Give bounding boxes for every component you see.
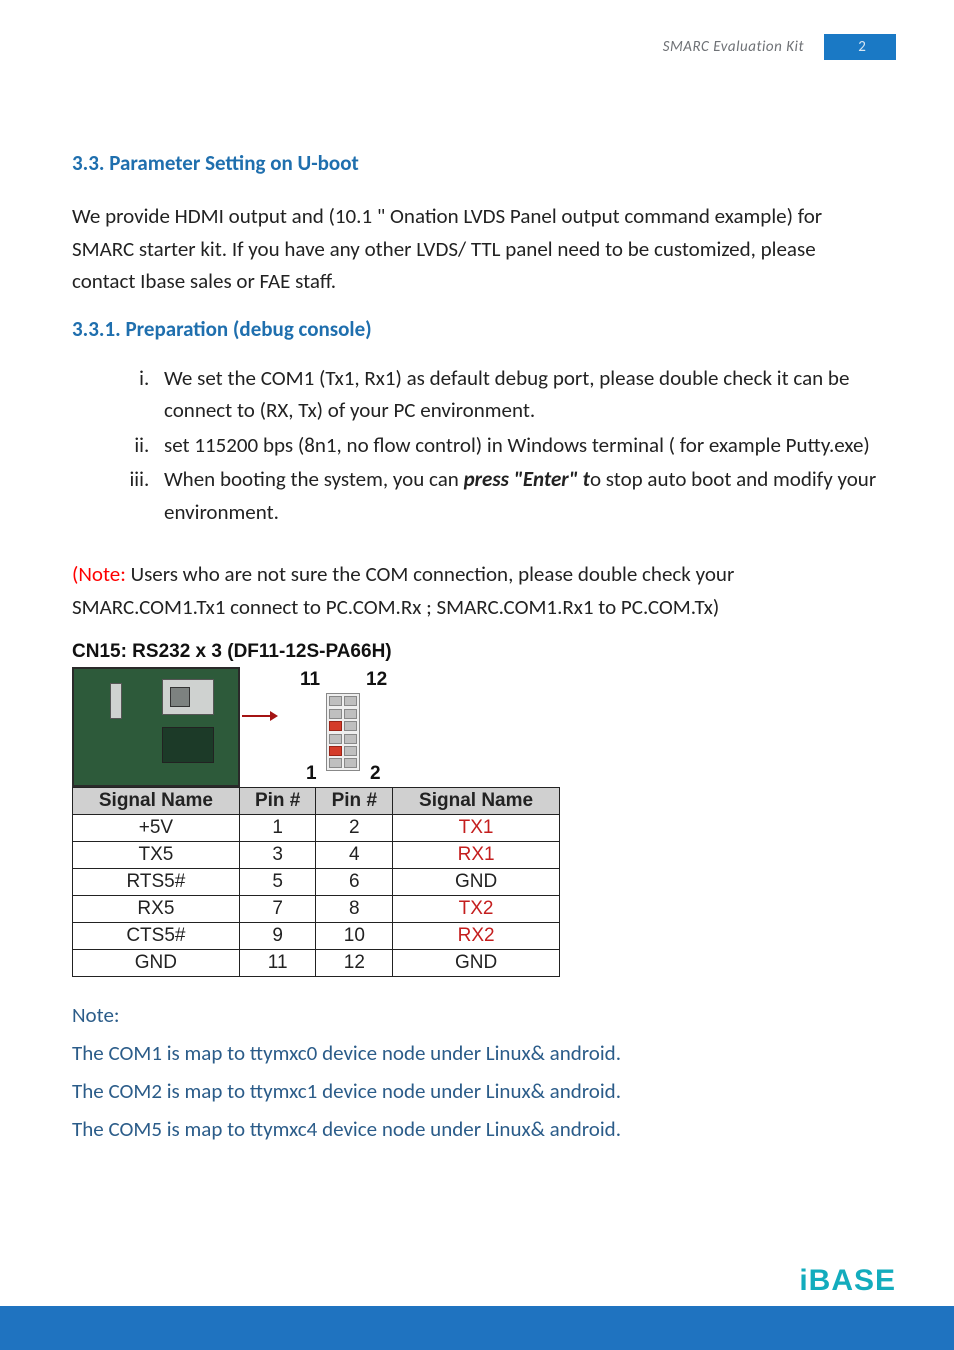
pin-label-11: 11 xyxy=(300,669,320,691)
table-cell: +5V xyxy=(73,815,240,842)
preparation-steps-list: We set the COM1 (Tx1, Rx1) as default de… xyxy=(72,362,882,529)
pcb-illustration xyxy=(72,667,240,787)
note2-line: The COM1 is map to ttymxc0 device node u… xyxy=(72,1035,882,1073)
pin-label-12: 12 xyxy=(366,669,387,691)
pinout-table: Signal Name Pin # Pin # Signal Name +5V1… xyxy=(72,787,560,977)
header-bar: SMARC Evaluation Kit 2 xyxy=(663,34,896,60)
connector-socket xyxy=(326,693,360,771)
table-cell: 9 xyxy=(239,923,316,950)
note2-line: Note: xyxy=(72,997,882,1035)
table-cell: RX2 xyxy=(393,923,560,950)
table-cell: 8 xyxy=(316,896,393,923)
table-cell: 3 xyxy=(239,842,316,869)
section-3-3-1-heading: 3.3.1. Preparation (debug console) xyxy=(72,316,882,342)
list-item-text: We set the COM1 (Tx1, Rx1) as default de… xyxy=(164,365,849,424)
figure-title: CN15: RS232 x 3 (DF11-12S-PA66H) xyxy=(72,641,562,663)
figure-body: 11 12 1 2 xyxy=(72,667,562,787)
col-header: Pin # xyxy=(239,788,316,815)
table-cell: RTS5# xyxy=(73,869,240,896)
table-cell: TX2 xyxy=(393,896,560,923)
table-cell: 12 xyxy=(316,950,393,977)
table-cell: 4 xyxy=(316,842,393,869)
com-mapping-notes: Note: The COM1 is map to ttymxc0 device … xyxy=(72,997,882,1148)
table-cell: GND xyxy=(393,950,560,977)
connector-figure: CN15: RS232 x 3 (DF11-12S-PA66H) 11 12 xyxy=(72,641,562,977)
list-item: When booting the system, you can press "… xyxy=(154,463,882,528)
col-header: Signal Name xyxy=(393,788,560,815)
list-item: We set the COM1 (Tx1, Rx1) as default de… xyxy=(154,362,882,427)
table-cell: 6 xyxy=(316,869,393,896)
table-cell: 10 xyxy=(316,923,393,950)
note2-line: The COM2 is map to ttymxc1 device node u… xyxy=(72,1073,882,1111)
table-row: RX578TX2 xyxy=(73,896,560,923)
table-cell: 1 xyxy=(239,815,316,842)
table-cell: GND xyxy=(393,869,560,896)
arrow-icon xyxy=(242,715,276,717)
table-cell: 2 xyxy=(316,815,393,842)
table-cell: TX1 xyxy=(393,815,560,842)
note2-line: The COM5 is map to ttymxc4 device node u… xyxy=(72,1111,882,1149)
page-number-badge: 2 xyxy=(824,34,896,60)
col-header: Pin # xyxy=(316,788,393,815)
table-row: CTS5#910RX2 xyxy=(73,923,560,950)
list-item: set 115200 bps (8n1, no flow control) in… xyxy=(154,429,882,462)
table-row: GND1112GND xyxy=(73,950,560,977)
list-item-text: When booting the system, you can xyxy=(164,466,464,492)
table-cell: RX5 xyxy=(73,896,240,923)
note-body: Users who are not sure the COM connectio… xyxy=(72,561,734,620)
table-cell: RX1 xyxy=(393,842,560,869)
pin-label-1: 1 xyxy=(306,763,317,785)
table-row: TX534RX1 xyxy=(73,842,560,869)
connector-pin-diagram: 11 12 1 2 xyxy=(282,667,402,787)
note-prefix: (Note: xyxy=(72,561,131,587)
table-cell: GND xyxy=(73,950,240,977)
col-header: Signal Name xyxy=(73,788,240,815)
intro-paragraph: We provide HDMI output and (10.1 " Onati… xyxy=(72,200,882,298)
list-item-emphasis: press "Enter" t xyxy=(464,466,590,492)
table-cell: TX5 xyxy=(73,842,240,869)
note-paragraph: (Note: Users who are not sure the COM co… xyxy=(72,558,882,623)
ibase-logo: iBASE xyxy=(799,1264,896,1298)
table-row: RTS5#56GND xyxy=(73,869,560,896)
pin-label-2: 2 xyxy=(370,763,381,785)
doc-title: SMARC Evaluation Kit xyxy=(663,38,804,56)
table-cell: 11 xyxy=(239,950,316,977)
list-item-text: set 115200 bps (8n1, no flow control) in… xyxy=(164,432,870,458)
table-row: +5V12TX1 xyxy=(73,815,560,842)
table-cell: CTS5# xyxy=(73,923,240,950)
table-cell: 7 xyxy=(239,896,316,923)
page-number: 2 xyxy=(858,38,866,56)
section-3-3-heading: 3.3. Parameter Setting on U-boot xyxy=(72,150,882,176)
table-cell: 5 xyxy=(239,869,316,896)
footer-bar xyxy=(0,1306,954,1350)
